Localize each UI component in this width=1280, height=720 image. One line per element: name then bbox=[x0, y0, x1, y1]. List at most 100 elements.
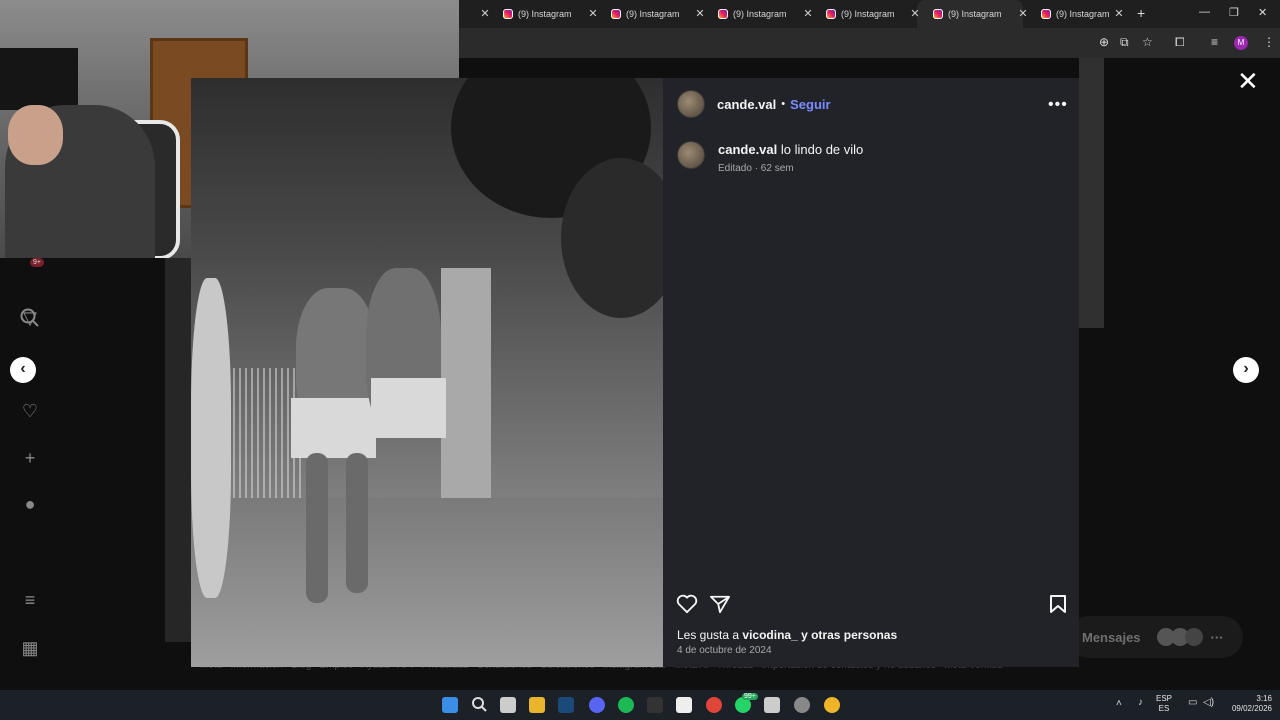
clock[interactable]: 3:16 09/02/2026 bbox=[1224, 694, 1272, 714]
close-tab-icon[interactable]: ✕ bbox=[1017, 7, 1029, 20]
photo-player-leg bbox=[306, 453, 328, 603]
photo-goal-net bbox=[221, 368, 301, 498]
snipping-tool-icon[interactable] bbox=[764, 697, 780, 713]
webcam-tv bbox=[0, 48, 78, 110]
bookmark-star-icon[interactable]: ☆ bbox=[1142, 35, 1153, 49]
windows-taskbar bbox=[0, 690, 1280, 720]
likes-summary: Les gusta a vicodina_ y otras personas bbox=[677, 628, 897, 642]
browser-tab[interactable]: ✕ (9) Instagram bbox=[803, 0, 916, 28]
browser-tab[interactable]: ✕ (9) Instagram bbox=[480, 0, 593, 28]
file-explorer-icon[interactable] bbox=[529, 697, 545, 713]
tab-title: (9) Instagram bbox=[518, 9, 572, 19]
instagram-favicon-icon bbox=[611, 9, 621, 19]
caption-avatar[interactable] bbox=[677, 141, 705, 169]
notification-badge: 9+ bbox=[30, 258, 44, 267]
instagram-favicon-icon bbox=[1041, 9, 1051, 19]
post-date: 4 de octubre de 2024 bbox=[677, 645, 772, 656]
chrome-beta-icon[interactable] bbox=[824, 697, 840, 713]
profile-avatar[interactable]: M bbox=[1234, 36, 1248, 50]
likes-user[interactable]: vicodina_ bbox=[742, 628, 797, 642]
webcam-face-left bbox=[8, 105, 63, 165]
chrome-icon[interactable] bbox=[706, 697, 722, 713]
close-tab-icon[interactable]: ✕ bbox=[1113, 7, 1125, 20]
tab-title: (9) Instagram bbox=[948, 9, 1002, 19]
likes-others[interactable]: y otras personas bbox=[801, 628, 897, 642]
browser-tab-active[interactable]: ✕ (9) Instagram bbox=[910, 0, 1023, 28]
install-app-icon[interactable]: ⧉ bbox=[1120, 35, 1129, 50]
obs-icon[interactable] bbox=[794, 697, 810, 713]
photo-wall bbox=[441, 268, 491, 498]
instagram-favicon-icon bbox=[826, 9, 836, 19]
save-bookmark-icon[interactable] bbox=[1049, 594, 1067, 614]
author-username[interactable]: cande.val bbox=[717, 97, 776, 112]
photo-player-skirt bbox=[371, 378, 446, 438]
instagram-favicon-icon bbox=[503, 9, 513, 19]
next-post-button[interactable]: › bbox=[1233, 357, 1259, 383]
post-caption: cande.val lo lindo de vilo bbox=[718, 142, 863, 157]
minimize-icon[interactable]: — bbox=[1199, 6, 1210, 18]
photo-player-skirt bbox=[291, 398, 376, 458]
microphone-icon[interactable]: ♪ bbox=[1138, 697, 1143, 708]
close-tab-icon[interactable]: ✕ bbox=[587, 7, 599, 20]
taskview-icon[interactable] bbox=[500, 697, 516, 713]
tray-chevron-icon[interactable]: ˄ bbox=[1116, 698, 1122, 709]
close-tab-icon[interactable]: ✕ bbox=[802, 7, 814, 20]
create-plus-icon[interactable]: + bbox=[19, 448, 41, 469]
close-tab-icon[interactable]: ✕ bbox=[909, 7, 921, 20]
author-avatar[interactable] bbox=[677, 90, 705, 118]
post-photo bbox=[191, 78, 663, 667]
discord-icon[interactable] bbox=[589, 697, 605, 713]
messages-label: Mensajes bbox=[1082, 629, 1141, 645]
network-icon[interactable]: ▭ bbox=[1188, 697, 1197, 708]
language-line2: ES bbox=[1158, 704, 1170, 713]
more-icon: ··· bbox=[1210, 629, 1224, 645]
like-heart-icon[interactable] bbox=[676, 594, 698, 614]
volume-icon[interactable]: ◁) bbox=[1203, 697, 1214, 708]
clock-time: 3:16 bbox=[1256, 694, 1272, 703]
likes-prefix: Les gusta a bbox=[677, 628, 740, 642]
language-line1: ESP bbox=[1156, 694, 1173, 703]
previous-post-button[interactable]: ‹ bbox=[10, 357, 36, 383]
more-options-icon[interactable]: ••• bbox=[1048, 96, 1068, 114]
browser-toolbar: ⊕ ⧉ ☆ ⧠ ≡ M ⋮ bbox=[459, 28, 1280, 58]
caption-username[interactable]: cande.val bbox=[718, 142, 777, 157]
more-apps-icon[interactable]: ▦ bbox=[19, 638, 41, 659]
browser-tab[interactable]: ✕ (9) Instagram bbox=[588, 0, 701, 28]
feed-blur-right bbox=[1079, 58, 1104, 328]
capcut-icon[interactable] bbox=[676, 697, 692, 713]
post-header: cande.val • Seguir bbox=[677, 90, 831, 118]
whatsapp-badge: 99+ bbox=[742, 693, 758, 700]
instagram-favicon-icon bbox=[718, 9, 728, 19]
close-window-icon[interactable]: ✕ bbox=[1258, 6, 1267, 19]
notifications-heart-icon[interactable]: ♡ bbox=[19, 401, 41, 422]
close-modal-icon[interactable]: ✕ bbox=[1237, 68, 1259, 94]
browser-tab[interactable]: ✕ (9) Instagram bbox=[695, 0, 808, 28]
taskbar-search-icon[interactable] bbox=[471, 696, 487, 712]
tab-title: (9) Instagram bbox=[626, 9, 680, 19]
browser-menu-icon[interactable]: ⋮ bbox=[1263, 35, 1275, 49]
language-indicator[interactable]: ESP ES bbox=[1156, 694, 1172, 714]
share-send-icon[interactable] bbox=[709, 594, 731, 614]
post-side-panel: cande.val • Seguir ••• cande.val lo lind… bbox=[663, 78, 1079, 667]
spotify-icon[interactable] bbox=[618, 697, 634, 713]
caption-text: lo lindo de vilo bbox=[780, 142, 864, 157]
photo-field bbox=[191, 498, 663, 667]
restore-icon[interactable]: ❐ bbox=[1229, 6, 1239, 19]
media-controls-icon[interactable]: ≡ bbox=[1211, 35, 1218, 49]
close-tab-icon[interactable]: ✕ bbox=[479, 7, 491, 20]
windows-start-icon[interactable] bbox=[442, 697, 458, 713]
avatar bbox=[1184, 628, 1203, 646]
separator-dot: • bbox=[781, 98, 786, 110]
menu-icon[interactable]: ≡ bbox=[19, 590, 41, 611]
epic-games-icon[interactable] bbox=[647, 697, 663, 713]
follow-button[interactable]: Seguir bbox=[790, 97, 830, 112]
extensions-icon[interactable]: ⧠ bbox=[1175, 35, 1185, 50]
new-tab-icon[interactable]: + bbox=[1137, 5, 1145, 21]
search-icon[interactable] bbox=[20, 308, 40, 328]
zoom-icon[interactable]: ⊕ bbox=[1099, 35, 1109, 49]
messages-widget[interactable]: Mensajes ··· bbox=[1068, 616, 1243, 658]
messages-avatars bbox=[1156, 628, 1203, 646]
steam-icon[interactable] bbox=[558, 697, 574, 713]
profile-icon[interactable]: ● bbox=[19, 494, 41, 515]
close-tab-icon[interactable]: ✕ bbox=[694, 7, 706, 20]
